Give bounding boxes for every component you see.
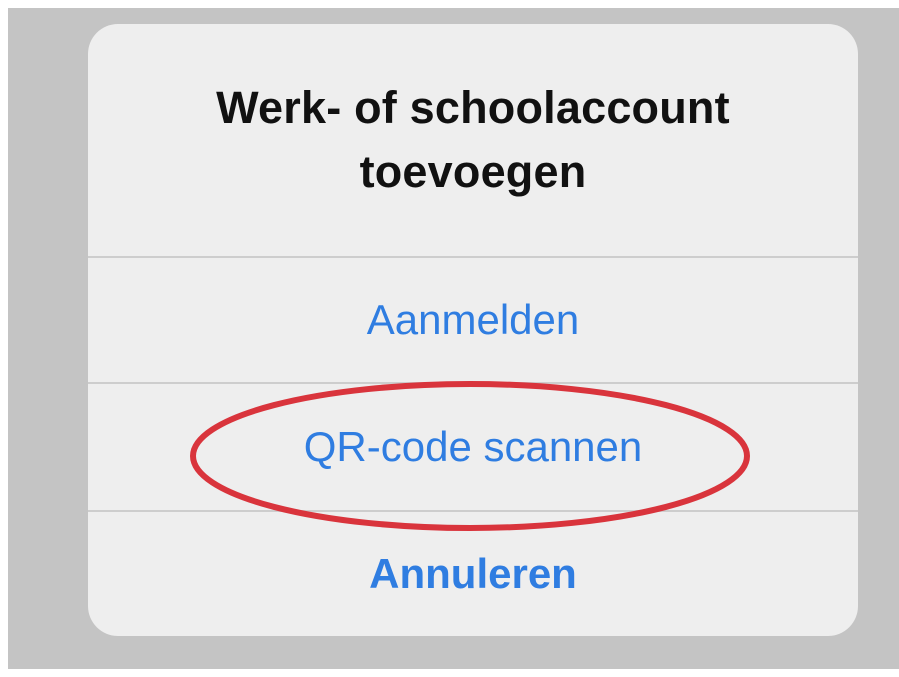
sign-in-button[interactable]: Aanmelden	[88, 258, 858, 382]
scan-qr-code-button[interactable]: QR-code scannen	[88, 384, 858, 510]
add-account-alert-dialog: Werk- of schoolaccount toevoegen Aanmeld…	[88, 24, 858, 636]
alert-header: Werk- of schoolaccount toevoegen	[88, 24, 858, 256]
cancel-button[interactable]: Annuleren	[88, 512, 858, 636]
alert-title: Werk- of schoolaccount toevoegen	[216, 82, 730, 197]
